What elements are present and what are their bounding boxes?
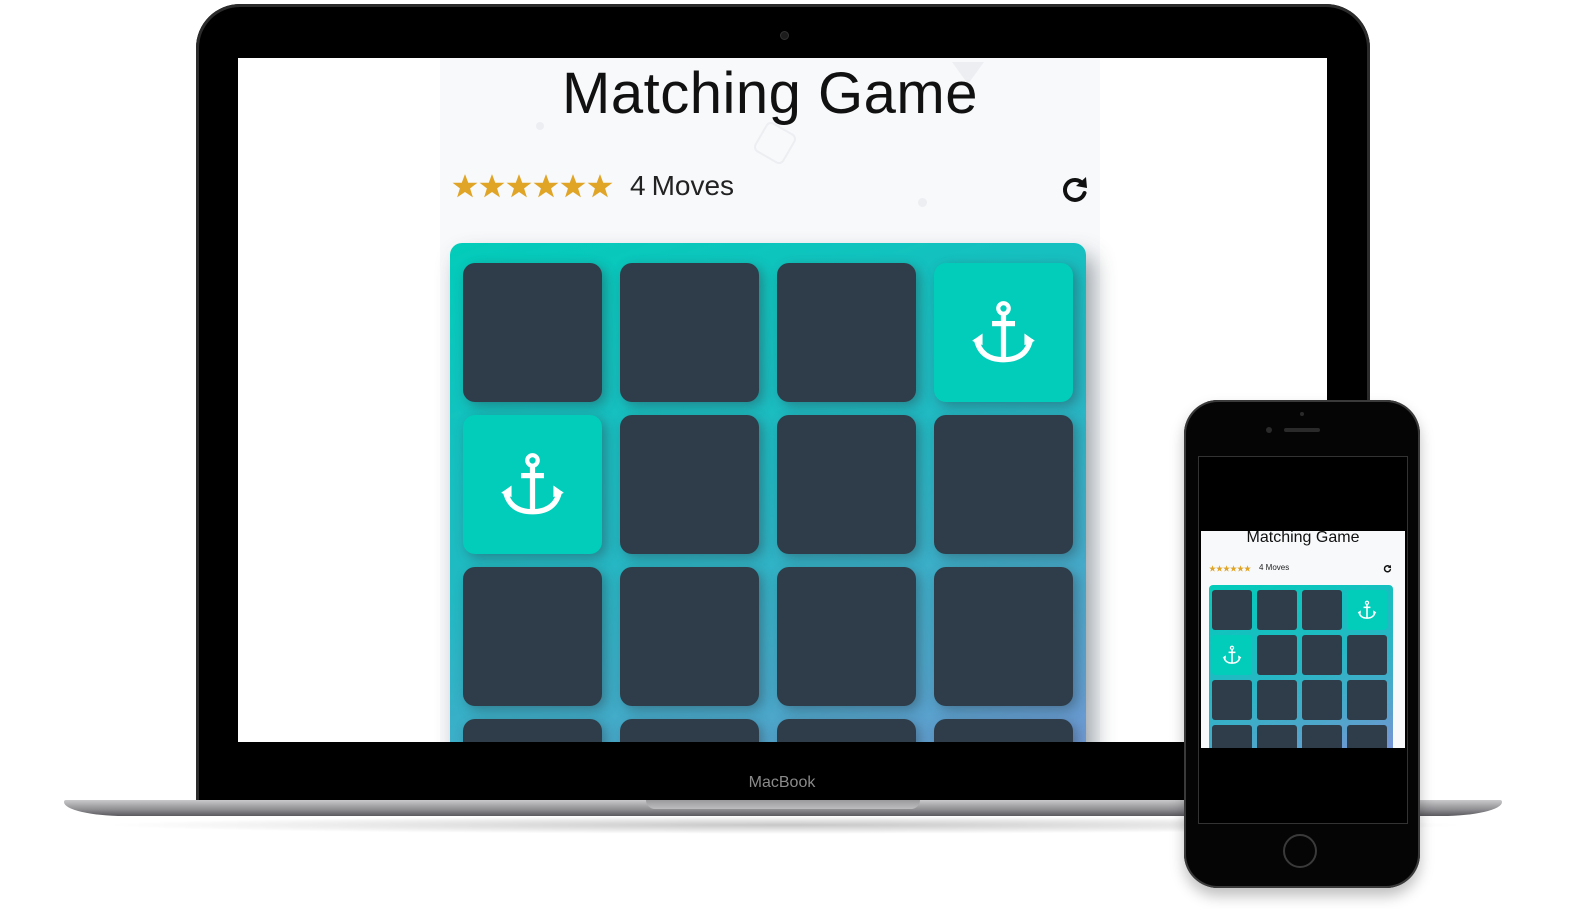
moves-count: 4 [630, 170, 646, 201]
moves-label: Moves [651, 170, 735, 201]
star-icon [533, 174, 559, 198]
card[interactable] [777, 567, 916, 706]
phone-card-deck [1209, 585, 1393, 748]
phone-card[interactable] [1257, 635, 1297, 675]
card[interactable] [620, 719, 759, 742]
phone-card[interactable] [1302, 680, 1342, 720]
moves-counter: 4 Moves [630, 170, 734, 202]
phone-card[interactable] [1257, 590, 1297, 630]
anchor-icon [501, 453, 564, 515]
phone-card[interactable] [1302, 725, 1342, 748]
star-icon [1223, 565, 1230, 572]
star-icon [587, 174, 613, 198]
phone-sensor [1300, 412, 1304, 416]
star-icon [1244, 565, 1251, 572]
page-title: Matching Game [562, 61, 978, 126]
star-icon [1230, 565, 1237, 572]
card[interactable] [463, 263, 602, 402]
star-icon [560, 174, 586, 198]
phone-restart-icon[interactable] [1383, 564, 1392, 573]
laptop-notch [646, 800, 920, 809]
card[interactable] [620, 567, 759, 706]
phone-speaker [1284, 428, 1320, 432]
card[interactable] [934, 567, 1073, 706]
phone-card[interactable] [1212, 680, 1252, 720]
score-panel: 4 Moves [452, 170, 1092, 210]
phone-card[interactable] [1347, 725, 1387, 748]
star-icon [452, 174, 478, 198]
card[interactable] [934, 719, 1073, 742]
anchor-icon [1222, 645, 1242, 664]
phone-screen: Matching Game 4 Moves [1198, 456, 1408, 824]
phone-card[interactable] [1347, 635, 1387, 675]
phone-card[interactable] [1347, 680, 1387, 720]
phone-card-open[interactable] [1347, 590, 1387, 630]
phone-camera [1266, 427, 1272, 433]
card[interactable] [934, 415, 1073, 554]
phone-card-open[interactable] [1212, 635, 1252, 675]
card-open[interactable] [463, 415, 602, 554]
card[interactable] [463, 719, 602, 742]
card[interactable] [777, 719, 916, 742]
phone-game-page: Matching Game 4 Moves [1201, 531, 1405, 748]
anchor-icon [972, 301, 1035, 363]
restart-icon [1062, 177, 1087, 202]
phone-card[interactable] [1257, 680, 1297, 720]
anchor-icon [1357, 600, 1377, 619]
phone-moves-counter: 4 Moves [1259, 563, 1290, 572]
phone-card[interactable] [1212, 590, 1252, 630]
star-icon [1237, 565, 1244, 572]
star-icon [1209, 565, 1216, 572]
laptop-brand: MacBook [748, 774, 816, 791]
phone-card[interactable] [1257, 725, 1297, 748]
star-icon [1216, 565, 1223, 572]
card-deck [450, 243, 1086, 742]
phone-page-title: Matching Game [1246, 531, 1360, 546]
phone-card[interactable] [1302, 590, 1342, 630]
game-page: Matching Game 4 Moves [440, 58, 1100, 742]
phone-card[interactable] [1302, 635, 1342, 675]
restart-button[interactable] [1060, 174, 1090, 204]
laptop-camera [780, 31, 789, 40]
star-rating [452, 172, 613, 200]
card[interactable] [777, 263, 916, 402]
star-icon [506, 174, 532, 198]
laptop-screen: Matching Game 4 Moves [238, 58, 1327, 742]
card[interactable] [463, 567, 602, 706]
card[interactable] [620, 263, 759, 402]
phone-star-rating [1209, 565, 1251, 572]
phone-card[interactable] [1212, 725, 1252, 748]
star-icon [479, 174, 505, 198]
card[interactable] [777, 415, 916, 554]
phone-home-button[interactable] [1283, 834, 1317, 868]
card[interactable] [620, 415, 759, 554]
card-open[interactable] [934, 263, 1073, 402]
